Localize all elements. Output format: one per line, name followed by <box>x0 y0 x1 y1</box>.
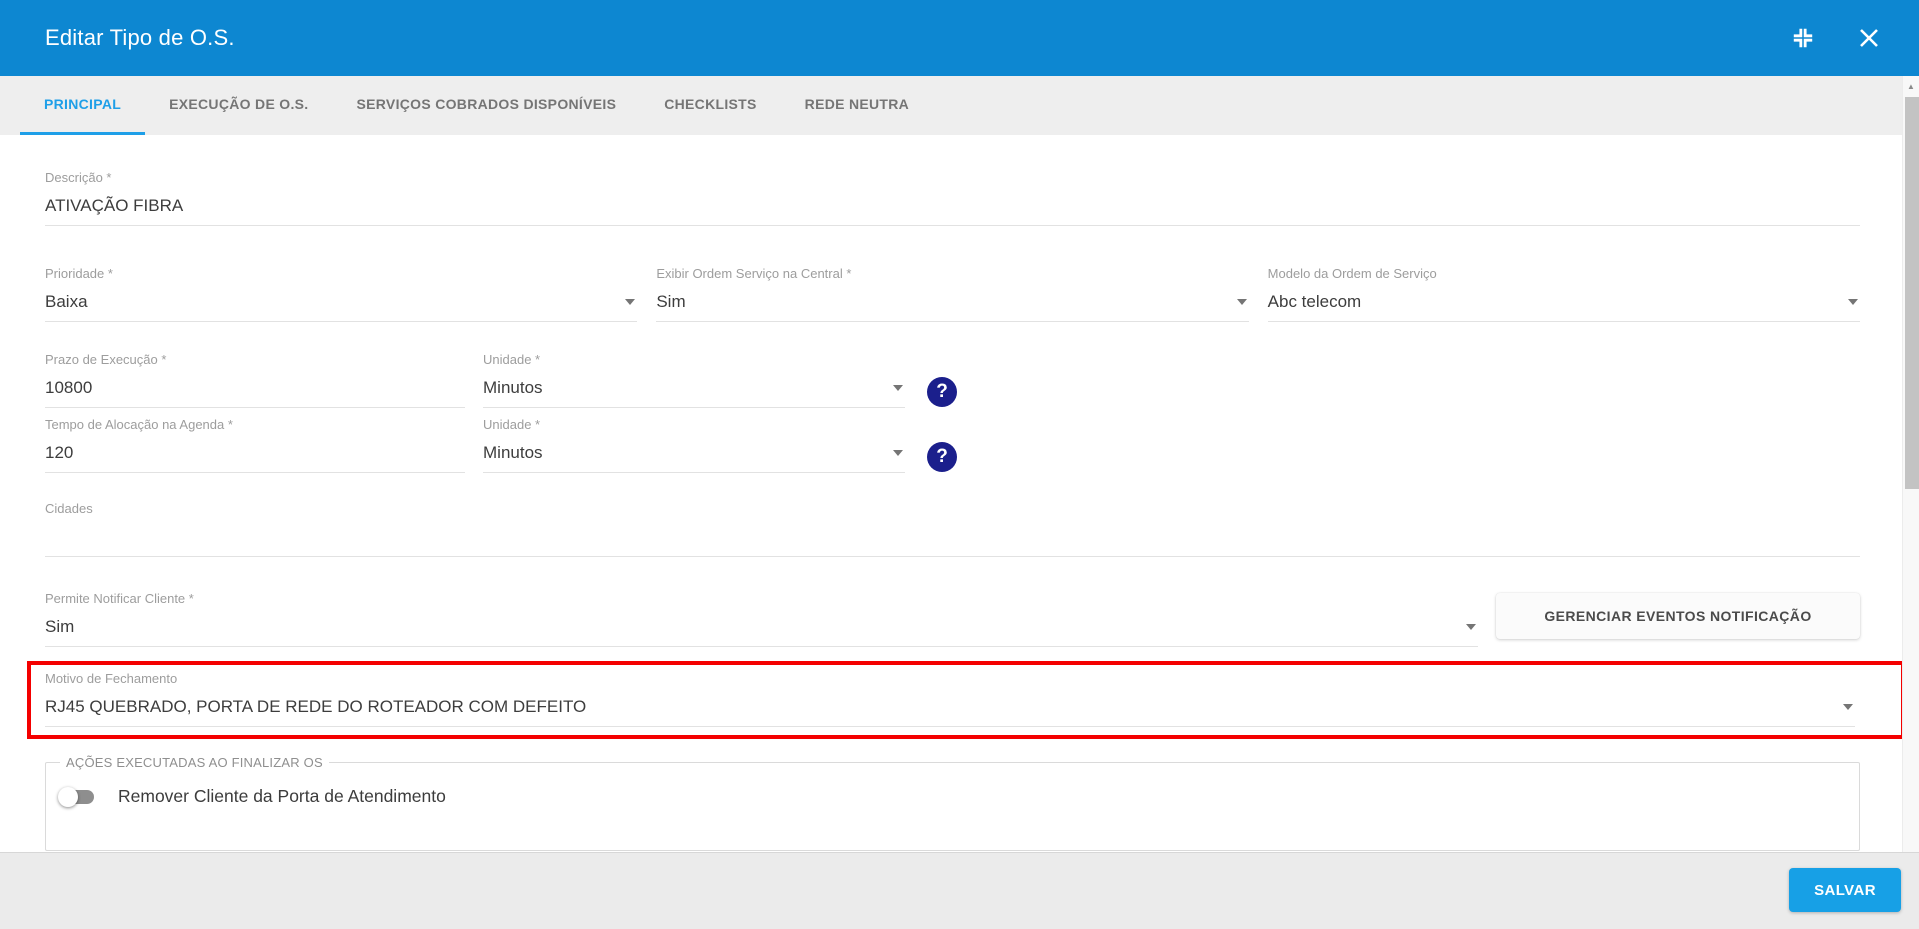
permite-notificar-value: Sim <box>45 617 75 636</box>
exibir-central-label: Exibir Ordem Serviço na Central * <box>656 266 852 281</box>
tab-rede-neutra[interactable]: REDE NEUTRA <box>781 76 933 135</box>
modelo-os-label: Modelo da Ordem de Serviço <box>1267 266 1437 281</box>
toggle-row: Remover Cliente da Porta de Atendimento <box>58 786 1859 807</box>
caret-down-icon <box>625 299 636 305</box>
acoes-executadas-fieldset: AÇÕES EXECUTADAS AO FINALIZAR OS Remover… <box>45 755 1860 851</box>
gerenciar-eventos-notificacao-button[interactable]: GERENCIAR EVENTOS NOTIFICAÇÃO <box>1496 593 1860 639</box>
scrollbar-up-arrow-icon[interactable]: ▲ <box>1903 76 1919 96</box>
prazo-execucao-value: 10800 <box>45 378 93 397</box>
field-descricao: Descrição * ATIVAÇÃO FIBRA <box>45 170 1860 226</box>
unidade-tempo-label: Unidade * <box>483 417 541 432</box>
tab-bar: PRINCIPAL EXECUÇÃO DE O.S. SERVIÇOS COBR… <box>0 76 1919 135</box>
form-row-3: Prazo de Execução * 10800 Unidade * Minu… <box>45 352 1860 408</box>
motivo-fechamento-select[interactable]: RJ45 QUEBRADO, PORTA DE REDE DO ROTEADOR… <box>45 687 1855 727</box>
exibir-central-select[interactable]: Sim <box>656 282 1249 322</box>
field-cidades: Cidades <box>45 501 1860 557</box>
edit-os-type-dialog: Editar Tipo de O.S. PRINCIPAL EXECUÇÃO D… <box>0 0 1919 929</box>
tab-principal[interactable]: PRINCIPAL <box>20 76 146 135</box>
prazo-execucao-label: Prazo de Execução * <box>45 352 167 367</box>
form-row-6: Permite Notificar Cliente * Sim GERENCIA… <box>45 591 1860 647</box>
scrollbar: ▲ <box>1902 76 1919 852</box>
field-unidade-tempo: Unidade * Minutos <box>483 417 905 473</box>
tab-checklists[interactable]: CHECKLISTS <box>640 76 780 135</box>
modelo-os-value: Abc telecom <box>1267 292 1362 311</box>
close-button[interactable] <box>1853 22 1885 54</box>
modelo-os-select[interactable]: Abc telecom <box>1267 282 1860 322</box>
tempo-alocacao-input[interactable]: 120 <box>45 433 465 473</box>
form-row-4: Tempo de Alocação na Agenda * 120 Unidad… <box>45 417 1860 473</box>
remover-cliente-toggle-label: Remover Cliente da Porta de Atendimento <box>118 786 446 806</box>
cidades-input[interactable] <box>45 517 1860 557</box>
motivo-fechamento-label: Motivo de Fechamento <box>45 671 178 686</box>
permite-notificar-label: Permite Notificar Cliente * <box>45 591 194 606</box>
tempo-alocacao-label: Tempo de Alocação na Agenda * <box>45 417 233 432</box>
caret-down-icon <box>1843 704 1853 710</box>
field-modelo-os: Modelo da Ordem de Serviço Abc telecom <box>1267 266 1860 322</box>
field-exibir-central: Exibir Ordem Serviço na Central * Sim <box>656 266 1249 322</box>
prioridade-select[interactable]: Baixa <box>45 282 638 322</box>
dialog-title: Editar Tipo de O.S. <box>45 25 235 50</box>
descricao-input[interactable]: ATIVAÇÃO FIBRA <box>45 186 1860 226</box>
caret-down-icon <box>893 450 903 456</box>
field-prioridade: Prioridade * Baixa <box>45 266 638 322</box>
field-unidade-prazo: Unidade * Minutos <box>483 352 905 408</box>
toggle-thumb <box>58 786 78 807</box>
motivo-fechamento-highlight: Motivo de Fechamento RJ45 QUEBRADO, PORT… <box>27 661 1905 739</box>
field-prazo-execucao: Prazo de Execução * 10800 <box>45 352 465 408</box>
unidade-prazo-label: Unidade * <box>483 352 541 367</box>
tab-execucao-de-os[interactable]: EXECUÇÃO DE O.S. <box>145 76 332 135</box>
close-icon <box>1860 29 1878 47</box>
field-motivo-fechamento: Motivo de Fechamento RJ45 QUEBRADO, PORT… <box>45 671 1855 727</box>
unidade-prazo-value: Minutos <box>483 378 543 397</box>
descricao-label: Descrição * <box>45 170 112 185</box>
prioridade-label: Prioridade * <box>45 266 113 281</box>
cidades-label: Cidades <box>45 501 93 516</box>
caret-down-icon <box>893 385 903 391</box>
unidade-tempo-value: Minutos <box>483 443 543 462</box>
prioridade-value: Baixa <box>45 292 88 311</box>
scrollbar-thumb[interactable] <box>1905 97 1919 489</box>
tab-servicos-cobrados-disponiveis[interactable]: SERVIÇOS COBRADOS DISPONÍVEIS <box>333 76 641 135</box>
dialog-header: Editar Tipo de O.S. <box>0 0 1919 76</box>
help-icon[interactable] <box>927 377 957 407</box>
form-content: Descrição * ATIVAÇÃO FIBRA Prioridade * … <box>0 135 1919 851</box>
compress-icon <box>1793 28 1813 48</box>
unidade-tempo-select[interactable]: Minutos <box>483 433 905 473</box>
save-button[interactable]: SALVAR <box>1789 868 1901 912</box>
tempo-alocacao-value: 120 <box>45 443 74 462</box>
unidade-prazo-select[interactable]: Minutos <box>483 368 905 408</box>
acoes-executadas-legend: AÇÕES EXECUTADAS AO FINALIZAR OS <box>66 755 323 770</box>
caret-down-icon <box>1236 299 1247 305</box>
caret-down-icon <box>1466 624 1476 630</box>
caret-down-icon <box>1847 299 1858 305</box>
prazo-execucao-input[interactable]: 10800 <box>45 368 465 408</box>
help-icon[interactable] <box>927 442 957 472</box>
motivo-fechamento-value: RJ45 QUEBRADO, PORTA DE REDE DO ROTEADOR… <box>45 697 587 716</box>
remover-cliente-toggle[interactable] <box>58 786 94 807</box>
compress-button[interactable] <box>1787 22 1819 54</box>
descricao-value: ATIVAÇÃO FIBRA <box>45 196 184 215</box>
form-row-2: Prioridade * Baixa Exibir Ordem Serviço … <box>45 266 1860 322</box>
field-permite-notificar: Permite Notificar Cliente * Sim <box>45 591 1478 647</box>
dialog-footer: SALVAR <box>0 852 1919 929</box>
permite-notificar-select[interactable]: Sim <box>45 607 1478 647</box>
exibir-central-value: Sim <box>656 292 686 311</box>
field-tempo-alocacao: Tempo de Alocação na Agenda * 120 <box>45 417 465 473</box>
